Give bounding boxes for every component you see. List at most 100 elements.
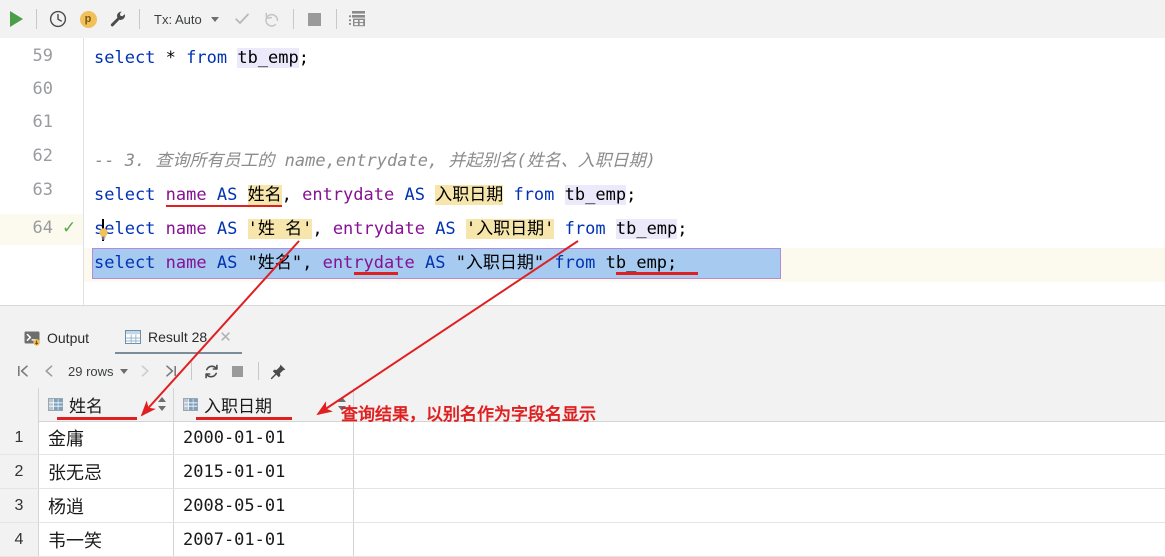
profile-button[interactable]: p	[73, 4, 103, 34]
stop-square-icon	[308, 12, 322, 26]
toolbar-divider-3	[292, 9, 294, 29]
run-triangle-icon	[9, 11, 23, 27]
table-name-tb-emp: tb_emp	[237, 48, 299, 68]
data-editor-button[interactable]	[343, 4, 373, 34]
table-row[interactable]: 3 杨逍 2008-05-01	[0, 489, 1165, 523]
main-toolbar: p Tx: Auto	[0, 0, 1165, 39]
prev-page-button[interactable]	[36, 358, 62, 384]
console-output-icon	[24, 331, 40, 346]
row-number: 3	[0, 489, 39, 522]
prev-page-icon	[45, 365, 53, 377]
toolbar-divider-2	[139, 9, 140, 29]
line-number: 62	[32, 146, 53, 166]
column-name-name: name	[165, 185, 207, 207]
keyword-select: select	[94, 185, 156, 205]
column-icon	[48, 398, 63, 411]
profile-p-icon: p	[79, 10, 97, 28]
sql-editor[interactable]: 59 60 61 62 63 64 ✓ select * from tb_emp…	[0, 38, 1165, 306]
line-number: 61	[32, 112, 53, 132]
row-number-header	[0, 388, 39, 421]
comma: ,	[281, 185, 303, 205]
last-page-button[interactable]	[158, 358, 184, 384]
tab-result-label: Result 28	[148, 329, 208, 345]
tx-mode-dropdown[interactable]: Tx: Auto	[146, 12, 223, 27]
row-number: 4	[0, 523, 39, 556]
annotation-note: 查询结果，以别名作为字段名显示	[341, 405, 596, 424]
clock-history-icon	[49, 10, 67, 28]
run-button[interactable]	[0, 4, 30, 34]
rows-count-dropdown[interactable]: 29 rows	[62, 364, 132, 379]
settings-button[interactable]	[103, 4, 133, 34]
editor-panel-splitter[interactable]	[0, 306, 1165, 323]
column-header-name-label: 姓名	[69, 397, 103, 416]
table-row[interactable]: 4 韦一笑 2007-01-01	[0, 523, 1165, 557]
pin-tab-button[interactable]	[266, 358, 292, 384]
sort-updown-icon[interactable]	[158, 397, 166, 411]
result-grid-toolbar: 29 rows	[0, 354, 1165, 389]
star-token: *	[155, 48, 187, 68]
semicolon: ;	[298, 48, 310, 68]
next-page-icon	[141, 365, 149, 377]
stop-button[interactable]	[300, 4, 330, 34]
history-button[interactable]	[43, 4, 73, 34]
close-icon[interactable]: ✕	[219, 328, 232, 346]
rollback-button[interactable]	[257, 4, 287, 34]
gridbar-divider-2	[257, 362, 259, 380]
cell-entrydate[interactable]: 2015-01-01	[174, 455, 354, 488]
panel-tabs: Output Result 28 ✕	[0, 322, 1165, 355]
cell-entrydate[interactable]: 2007-01-01	[174, 523, 354, 556]
column-header-name-annotation-underline	[57, 417, 137, 420]
cell-name[interactable]: 金庸	[39, 421, 174, 454]
chevron-down-icon	[119, 368, 128, 374]
column-header-entrydate[interactable]: 入职日期	[174, 388, 354, 421]
tab-output[interactable]: Output	[14, 323, 99, 354]
stop-query-button[interactable]	[225, 358, 251, 384]
keyword-as: AS	[404, 185, 425, 205]
cell-name[interactable]: 杨逍	[39, 489, 174, 522]
column-name-entrydate: entrydate	[302, 185, 395, 205]
statement-success-check-icon: ✓	[62, 218, 77, 237]
line-number: 60	[32, 79, 53, 99]
chevron-down-icon	[210, 16, 219, 22]
editor-code-area[interactable]: select * from tb_emp; -- 3. 查询所有员工的 name…	[84, 38, 1165, 306]
cell-entrydate[interactable]: 2000-01-01	[174, 421, 354, 454]
toolbar-divider	[36, 9, 37, 29]
column-header-name[interactable]: 姓名	[39, 388, 174, 421]
tx-mode-label: Tx: Auto	[154, 11, 202, 27]
alias-2: 入职日期	[435, 185, 504, 205]
tab-result-28[interactable]: Result 28 ✕	[115, 323, 242, 354]
line-number: 64	[32, 218, 53, 238]
keyword-select: select	[94, 48, 156, 68]
next-page-button[interactable]	[132, 358, 158, 384]
row-number: 2	[0, 455, 39, 488]
column-icon	[183, 398, 198, 411]
column-header-entrydate-label: 入职日期	[204, 397, 272, 416]
cell-entrydate[interactable]: 2008-05-01	[174, 489, 354, 522]
toolbar-divider-4	[335, 9, 337, 29]
wrench-icon	[110, 11, 125, 27]
refresh-icon	[205, 364, 218, 378]
code-line-62: select name AS 姓名, entrydate AS 入职日期 fro…	[94, 180, 636, 211]
alias-1: 姓名	[247, 185, 282, 207]
first-page-button[interactable]	[10, 358, 36, 384]
result-grid-icon	[125, 330, 142, 344]
cell-name[interactable]: 张无忌	[39, 455, 174, 488]
stop-square-icon	[232, 365, 244, 377]
table-row[interactable]: 2 张无忌 2015-01-01	[0, 455, 1165, 489]
tab-output-label: Output	[47, 330, 90, 346]
table-name-tb-emp: tb_emp	[564, 185, 627, 205]
refresh-button[interactable]	[199, 358, 225, 384]
rows-count-label: 29 rows	[68, 363, 114, 379]
row-number: 1	[0, 421, 39, 454]
pin-icon	[270, 364, 286, 379]
commit-button[interactable]	[227, 4, 257, 34]
code-line-59: select * from tb_emp;	[94, 43, 309, 74]
table-row[interactable]: 1 金庸 2000-01-01	[0, 421, 1165, 455]
commit-check-icon	[235, 13, 249, 24]
table-grid-icon	[348, 11, 365, 27]
statement-scope-border	[92, 214, 782, 245]
gridbar-divider	[190, 362, 192, 380]
column-header-entrydate-annotation-underline	[196, 417, 292, 420]
cell-name[interactable]: 韦一笑	[39, 523, 174, 556]
